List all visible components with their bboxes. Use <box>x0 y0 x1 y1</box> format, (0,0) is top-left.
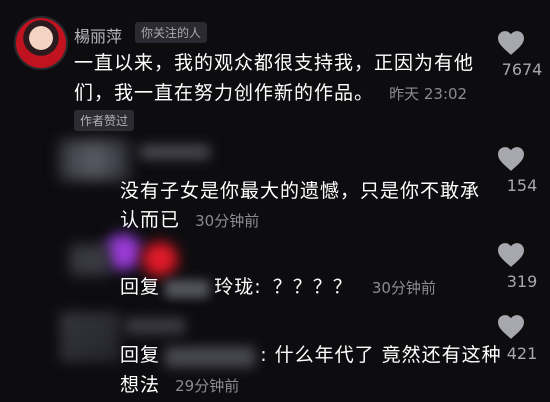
reply-time: 30分钟前 <box>371 279 436 297</box>
blurred-username <box>140 145 210 159</box>
heart-icon <box>498 243 524 267</box>
blurred-username <box>165 279 210 298</box>
reply-time: 29分钟前 <box>175 377 240 395</box>
avatar[interactable] <box>14 16 68 70</box>
heart-icon <box>498 147 524 171</box>
reply-text: ？？？？ <box>272 276 353 298</box>
comment-text-line1: 一直以来，我的观众都很支持我，正因为有他 <box>74 52 475 74</box>
reply-line2-row: 认而已 30分钟前 <box>120 205 259 235</box>
blurred-avatar <box>60 140 130 180</box>
reply-prefix: 回复 <box>120 276 161 298</box>
like-button[interactable] <box>496 30 526 56</box>
reply-time: 30分钟前 <box>195 212 260 230</box>
like-button[interactable] <box>496 146 526 172</box>
reply-row: 回复 玲珑: ？？？？ 30分钟前 <box>120 272 436 302</box>
reply-row: 回复 : 什么年代了 竟然还有这种 <box>120 340 502 370</box>
like-count: 154 <box>506 176 538 195</box>
heart-icon <box>498 315 524 339</box>
reply-text: : 什么年代了 竟然还有这种 <box>260 344 502 366</box>
comment-line2-row: 们，我一直在努力创作新的作品。 昨天 23:02 <box>74 78 467 108</box>
like-count: 421 <box>506 344 538 363</box>
like-count: 319 <box>506 272 538 291</box>
reply-text-line1: 没有子女是你最大的遗憾，只是你不敢承 <box>120 180 481 202</box>
comment-time: 昨天 23:02 <box>389 85 468 103</box>
reply-prefix: 回复 <box>120 344 161 366</box>
comment-text-line2: 们，我一直在努力创作新的作品。 <box>74 82 375 104</box>
like-button[interactable] <box>496 314 526 340</box>
reply-username[interactable]: 玲珑: <box>214 276 261 298</box>
reply-line2-row: 想法 29分钟前 <box>120 370 239 400</box>
blurred-region <box>70 245 110 275</box>
reply-text-line2: 想法 <box>120 374 161 396</box>
reply-text-line2: 认而已 <box>120 209 181 231</box>
follow-badge: 你关注的人 <box>135 22 208 43</box>
blurred-username <box>165 346 256 367</box>
like-button[interactable] <box>496 242 526 268</box>
blurred-avatar <box>60 312 120 362</box>
heart-icon <box>498 31 524 55</box>
like-count: 7674 <box>501 60 543 79</box>
blurred-username <box>125 318 185 334</box>
author-liked-badge: 作者赞过 <box>74 110 135 131</box>
comment-username[interactable]: 楊丽萍 <box>74 23 122 47</box>
